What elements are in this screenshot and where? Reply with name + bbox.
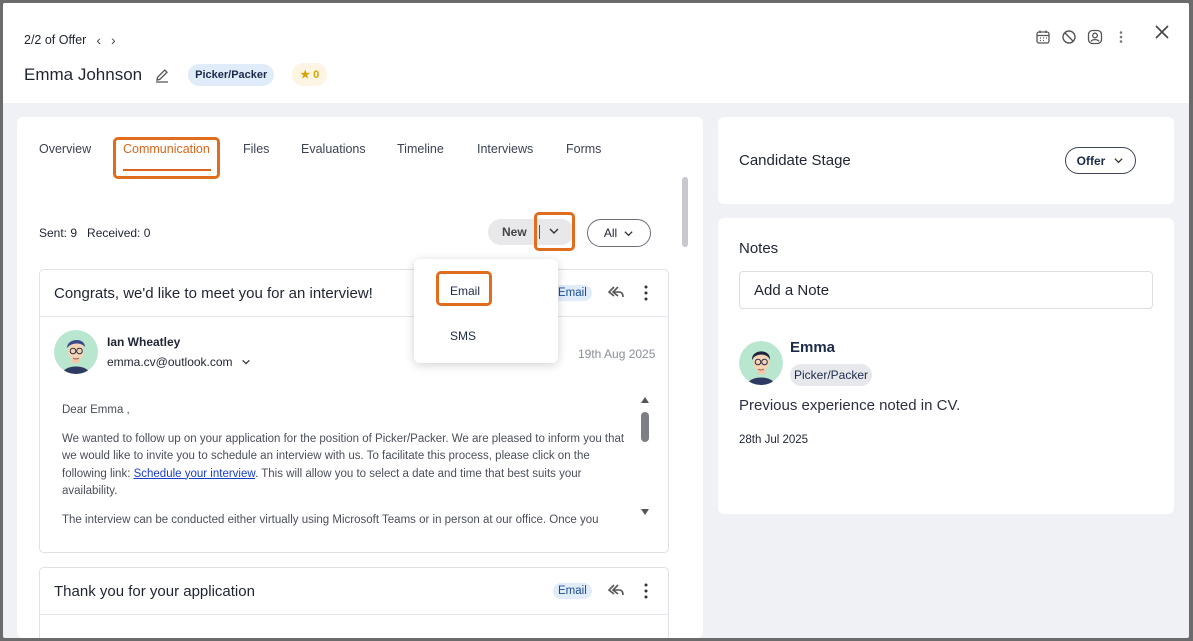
tab-evaluations[interactable]: Evaluations (301, 142, 366, 156)
candidate-name: Emma Johnson (24, 64, 143, 84)
add-note-input[interactable] (739, 271, 1153, 309)
message-body: Dear Emma , We wanted to follow up on yo… (62, 402, 632, 540)
sent-count: Sent: 9 (39, 226, 78, 240)
modal-header: 2/2 of Offer ‹ › Emma Johnson Picker/Pac… (3, 3, 1189, 103)
pencil-icon[interactable] (154, 67, 170, 83)
message-paragraph: The interview can be conducted either vi… (62, 513, 599, 526)
filter-dropdown[interactable]: All (587, 219, 651, 247)
user-profile-icon[interactable] (1087, 29, 1103, 45)
chevron-left-icon[interactable]: ‹ (96, 32, 101, 48)
communication-tab-highlight (113, 137, 220, 179)
scroll-up-arrow[interactable] (640, 396, 650, 404)
tab-files[interactable]: Files (243, 142, 269, 156)
calendar-icon[interactable] (1035, 29, 1051, 45)
avatar (54, 330, 98, 374)
chevron-down-icon (241, 359, 250, 365)
stage-label: Candidate Stage (739, 152, 851, 169)
reply-all-icon[interactable] (605, 284, 625, 300)
note-text: Previous experience noted in CV. (739, 397, 961, 414)
more-vertical-icon[interactable] (1113, 29, 1129, 45)
rating-value: 0 (313, 68, 320, 81)
message-counts: Sent: 9 Received: 0 (39, 226, 150, 240)
pagination-label: 2/2 of Offer (24, 33, 87, 47)
new-label: New (502, 225, 527, 239)
message-subject: Congrats, we'd like to meet you for an i… (54, 285, 373, 302)
sender-email: emma.cv@outlook.com (107, 355, 233, 369)
communication-panel: Overview Communication Files Evaluations… (17, 117, 703, 638)
more-vertical-icon[interactable] (643, 582, 649, 600)
message-paragraph: We wanted to follow up on your applicati… (62, 432, 625, 498)
note-author: Emma (790, 339, 836, 356)
card-divider (40, 614, 668, 615)
tab-overview[interactable]: Overview (39, 142, 91, 156)
stage-value: Offer (1076, 153, 1106, 168)
more-vertical-icon[interactable] (643, 284, 649, 302)
scroll-down-arrow[interactable] (640, 508, 650, 516)
block-icon[interactable] (1061, 29, 1077, 45)
pagination-nav: 2/2 of Offer ‹ › (24, 32, 116, 48)
channel-badge: Email (553, 583, 592, 599)
reply-all-icon[interactable] (605, 582, 625, 598)
header-actions (1035, 29, 1129, 45)
star-icon: ★ (300, 69, 311, 81)
candidate-modal: 2/2 of Offer ‹ › Emma Johnson Picker/Pac… (3, 3, 1189, 638)
email-option-highlight (436, 271, 492, 306)
candidate-stage-card: Candidate Stage Offer (718, 117, 1174, 204)
message-greeting: Dear Emma , (62, 404, 130, 416)
close-icon[interactable] (1152, 22, 1172, 42)
chevron-down-icon (1114, 158, 1123, 164)
rating-badge: ★ 0 (292, 63, 328, 86)
notes-card: Notes Emma Picker/Packer Previous experi… (718, 218, 1174, 514)
dropdown-item-sms[interactable]: SMS (450, 329, 476, 343)
message-scrollbar[interactable] (641, 412, 649, 442)
panel-scrollbar[interactable] (682, 177, 688, 247)
note-role-badge: Picker/Packer (790, 364, 873, 386)
tab-interviews[interactable]: Interviews (477, 142, 533, 156)
schedule-interview-link[interactable]: Schedule your interview (134, 468, 255, 480)
tab-forms[interactable]: Forms (566, 142, 601, 156)
sender-email-row[interactable]: emma.cv@outlook.com (107, 355, 251, 369)
avatar (739, 341, 783, 385)
message-subject: Thank you for your application (54, 583, 255, 600)
candidate-name-row: Emma Johnson Picker/Packer ★ 0 (24, 63, 328, 86)
channel-badge: Email (553, 285, 592, 301)
message-card[interactable]: Congrats, we'd like to meet you for an i… (39, 269, 669, 553)
card-divider (40, 316, 668, 317)
stage-dropdown[interactable]: Offer (1065, 147, 1136, 174)
notes-label: Notes (739, 240, 779, 257)
new-dropdown-highlight (534, 212, 575, 251)
filter-label: All (603, 226, 618, 240)
received-count: Received: 0 (87, 226, 151, 240)
tab-timeline[interactable]: Timeline (397, 142, 444, 156)
sender-name: Ian Wheatley (107, 335, 181, 349)
message-date: 19th Aug 2025 (578, 347, 656, 361)
role-badge: Picker/Packer (188, 63, 275, 86)
chevron-right-icon[interactable]: › (111, 32, 116, 48)
message-card[interactable]: Thank you for your application Email (39, 567, 669, 638)
chevron-down-icon (624, 230, 633, 236)
note-date: 28th Jul 2025 (739, 434, 809, 446)
